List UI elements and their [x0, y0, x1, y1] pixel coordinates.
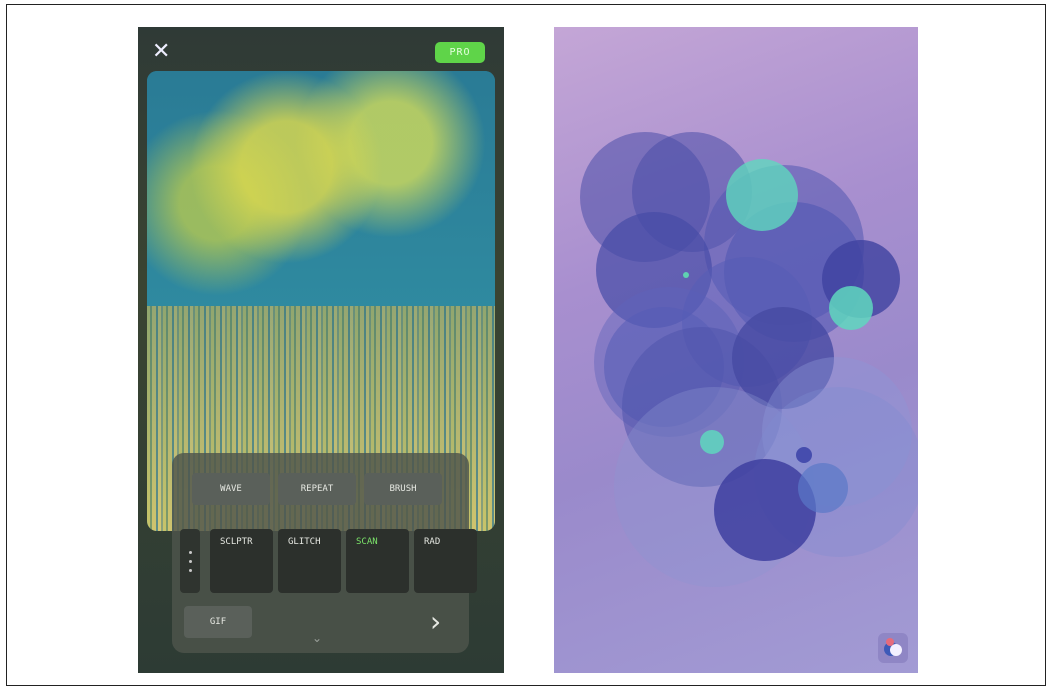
brush-button[interactable]: BRUSH — [364, 473, 442, 505]
effect-modes-row: SCLPTR GLITCH SCAN RAD — [210, 529, 477, 593]
pro-badge[interactable]: PRO — [435, 42, 485, 63]
chevron-right-icon[interactable]: › — [430, 605, 441, 638]
bubble-accent — [683, 272, 689, 278]
repeat-button[interactable]: REPEAT — [278, 473, 356, 505]
glitch-app-screen: ✕ PRO WAVE REPEAT BRUSH SCLPTR GLITCH SC… — [138, 27, 504, 673]
bubbles-app-screen[interactable] — [554, 27, 918, 673]
app-logo-icon[interactable] — [878, 633, 908, 663]
bubble — [798, 463, 848, 513]
mode-rad[interactable]: RAD — [414, 529, 477, 593]
more-options-icon[interactable] — [180, 529, 200, 593]
mode-glitch[interactable]: GLITCH — [278, 529, 341, 593]
chevron-down-icon[interactable]: ⌄ — [312, 631, 322, 645]
bubble-accent — [829, 286, 873, 330]
bubble — [796, 447, 812, 463]
close-icon[interactable]: ✕ — [152, 41, 170, 63]
effects-panel: WAVE REPEAT BRUSH SCLPTR GLITCH SCAN RAD… — [172, 453, 477, 653]
brush-tools-row: WAVE REPEAT BRUSH — [192, 473, 442, 505]
artwork-octopus-graffiti — [147, 71, 495, 311]
mode-sclptr[interactable]: SCLPTR — [210, 529, 273, 593]
gif-button[interactable]: GIF — [184, 606, 252, 638]
mode-scan[interactable]: SCAN — [346, 529, 409, 593]
bubble-accent — [726, 159, 798, 231]
wave-button[interactable]: WAVE — [192, 473, 270, 505]
bubble-accent — [700, 430, 724, 454]
